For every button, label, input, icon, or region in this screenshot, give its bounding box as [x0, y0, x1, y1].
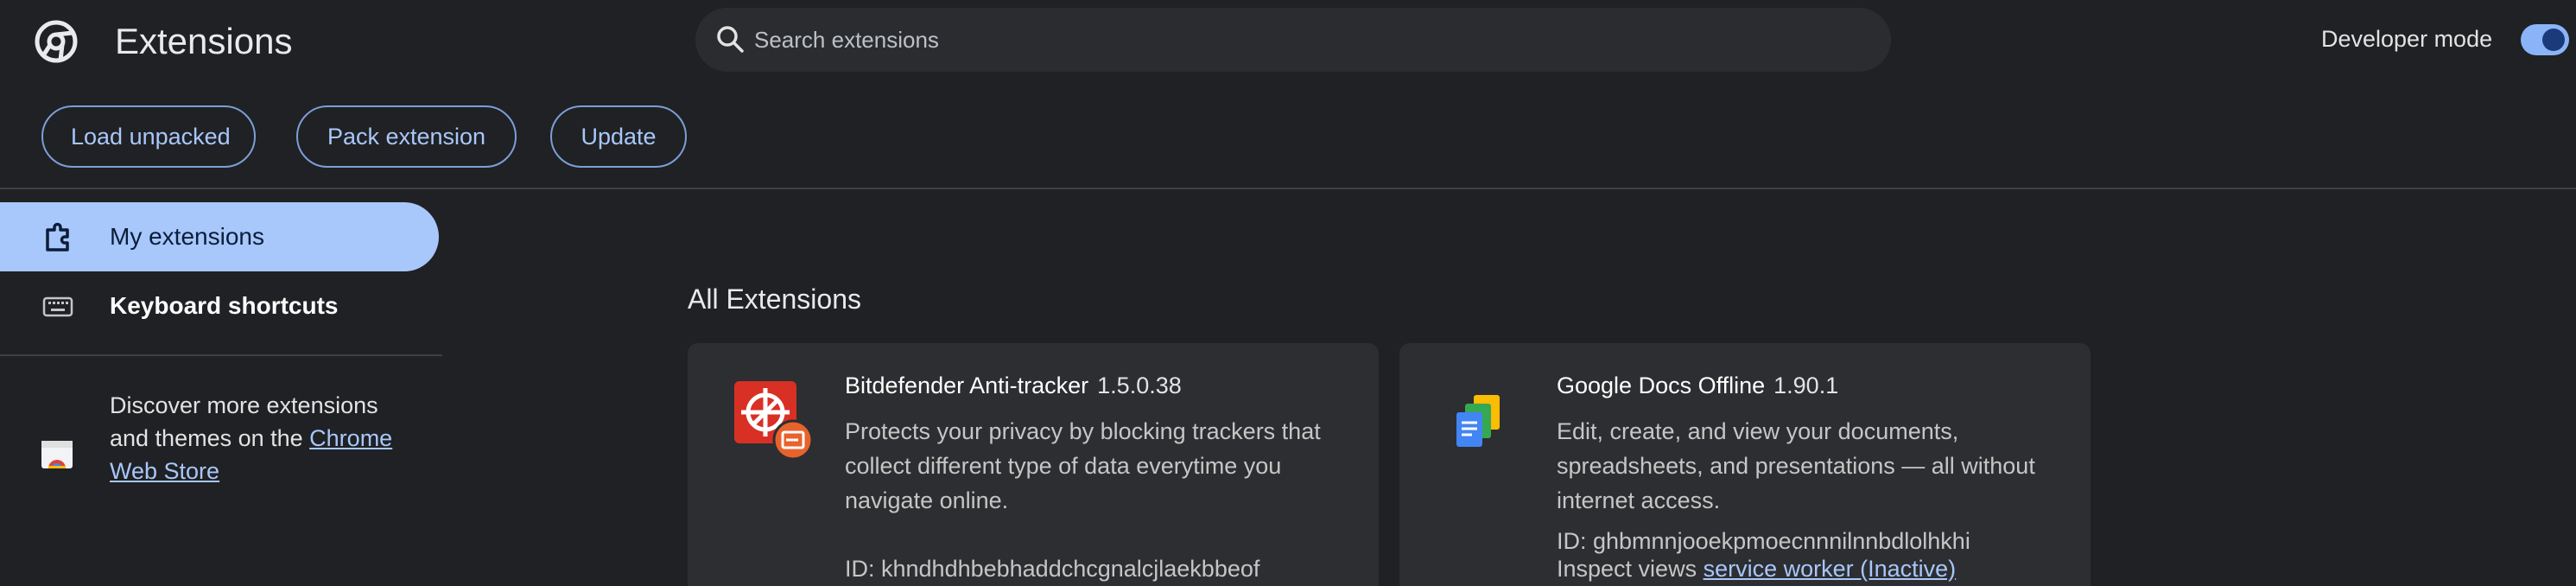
extension-description: Edit, create, and view your documents, s…: [1557, 418, 2035, 513]
developer-mode-toggle[interactable]: [2521, 24, 2569, 55]
bitdefender-icon: [734, 381, 814, 461]
puzzle-icon: [46, 222, 69, 252]
header: Extensions Developer mode: [0, 0, 2576, 82]
update-button[interactable]: Update: [550, 105, 687, 168]
extension-id: ID: ghbmnnjooekpmoecnnnilnnbdlolhkhi: [1557, 528, 1970, 554]
google-docs-icon: [1456, 395, 1500, 447]
extension-card-bitdefender: Bitdefender Anti-tracker 1.5.0.38 Protect…: [688, 343, 1379, 586]
sidebar-item-keyboard-shortcuts[interactable]: Keyboard shortcuts: [0, 271, 439, 341]
extension-description: Protects your privacy by blocking tracke…: [845, 418, 1321, 513]
inspect-views-label: Inspect views: [1557, 556, 1704, 582]
section-title: All Extensions: [688, 283, 861, 315]
sidebar-item-my-extensions[interactable]: My extensions: [0, 202, 439, 271]
sidebar-item-label: Keyboard shortcuts: [110, 292, 339, 319]
extension-version: 1.5.0.38: [1097, 373, 1182, 398]
extension-version: 1.90.1: [1773, 373, 1839, 398]
extension-id: ID: khndhdhbebhaddchcgnalcjlaekbbeof: [845, 556, 1260, 582]
service-worker-link[interactable]: service worker (Inactive): [1704, 556, 1957, 582]
extension-card-google-docs-offline: Google Docs Offline 1.90.1 Edit, create, …: [1399, 343, 2091, 586]
sidebar-item-label: My extensions: [110, 223, 264, 250]
search-box[interactable]: [695, 8, 1891, 72]
inspect-views: Inspect views service worker (Inactive): [1557, 556, 1956, 583]
extension-title: Bitdefender Anti-tracker: [845, 373, 1089, 398]
web-store-promo: Discover more extensions and themes on t…: [110, 389, 403, 487]
extension-title: Google Docs Offline: [1557, 373, 1766, 398]
sidebar-divider: [0, 354, 442, 356]
search-input[interactable]: [754, 20, 1860, 60]
load-unpacked-button[interactable]: Load unpacked: [41, 105, 256, 168]
header-divider: [0, 188, 2576, 189]
page-title: Extensions: [115, 21, 293, 61]
keyboard-icon: [42, 296, 73, 317]
extension-name: Bitdefender Anti-tracker 1.5.0.38: [845, 373, 1182, 399]
developer-mode-label: Developer mode: [2321, 26, 2493, 52]
extension-name: Google Docs Offline 1.90.1: [1557, 373, 1838, 399]
toggle-knob: [2542, 29, 2565, 51]
chrome-web-store-icon: [41, 441, 73, 468]
pack-extension-button[interactable]: Pack extension: [296, 105, 517, 168]
search-icon: [717, 26, 744, 53]
chrome-logo-icon: [35, 20, 78, 63]
